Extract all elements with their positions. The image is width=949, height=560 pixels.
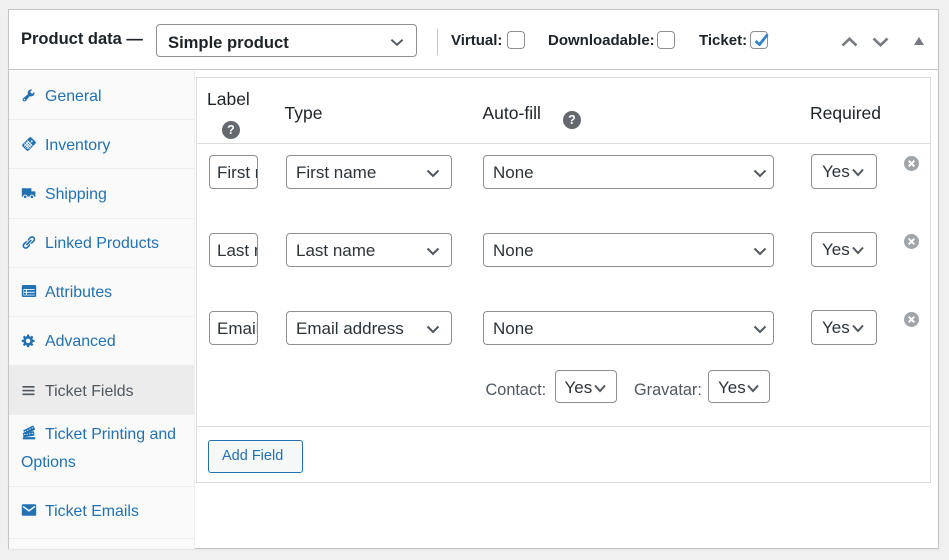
svg-text:?: ? bbox=[568, 114, 576, 128]
svg-text:?: ? bbox=[227, 123, 235, 137]
